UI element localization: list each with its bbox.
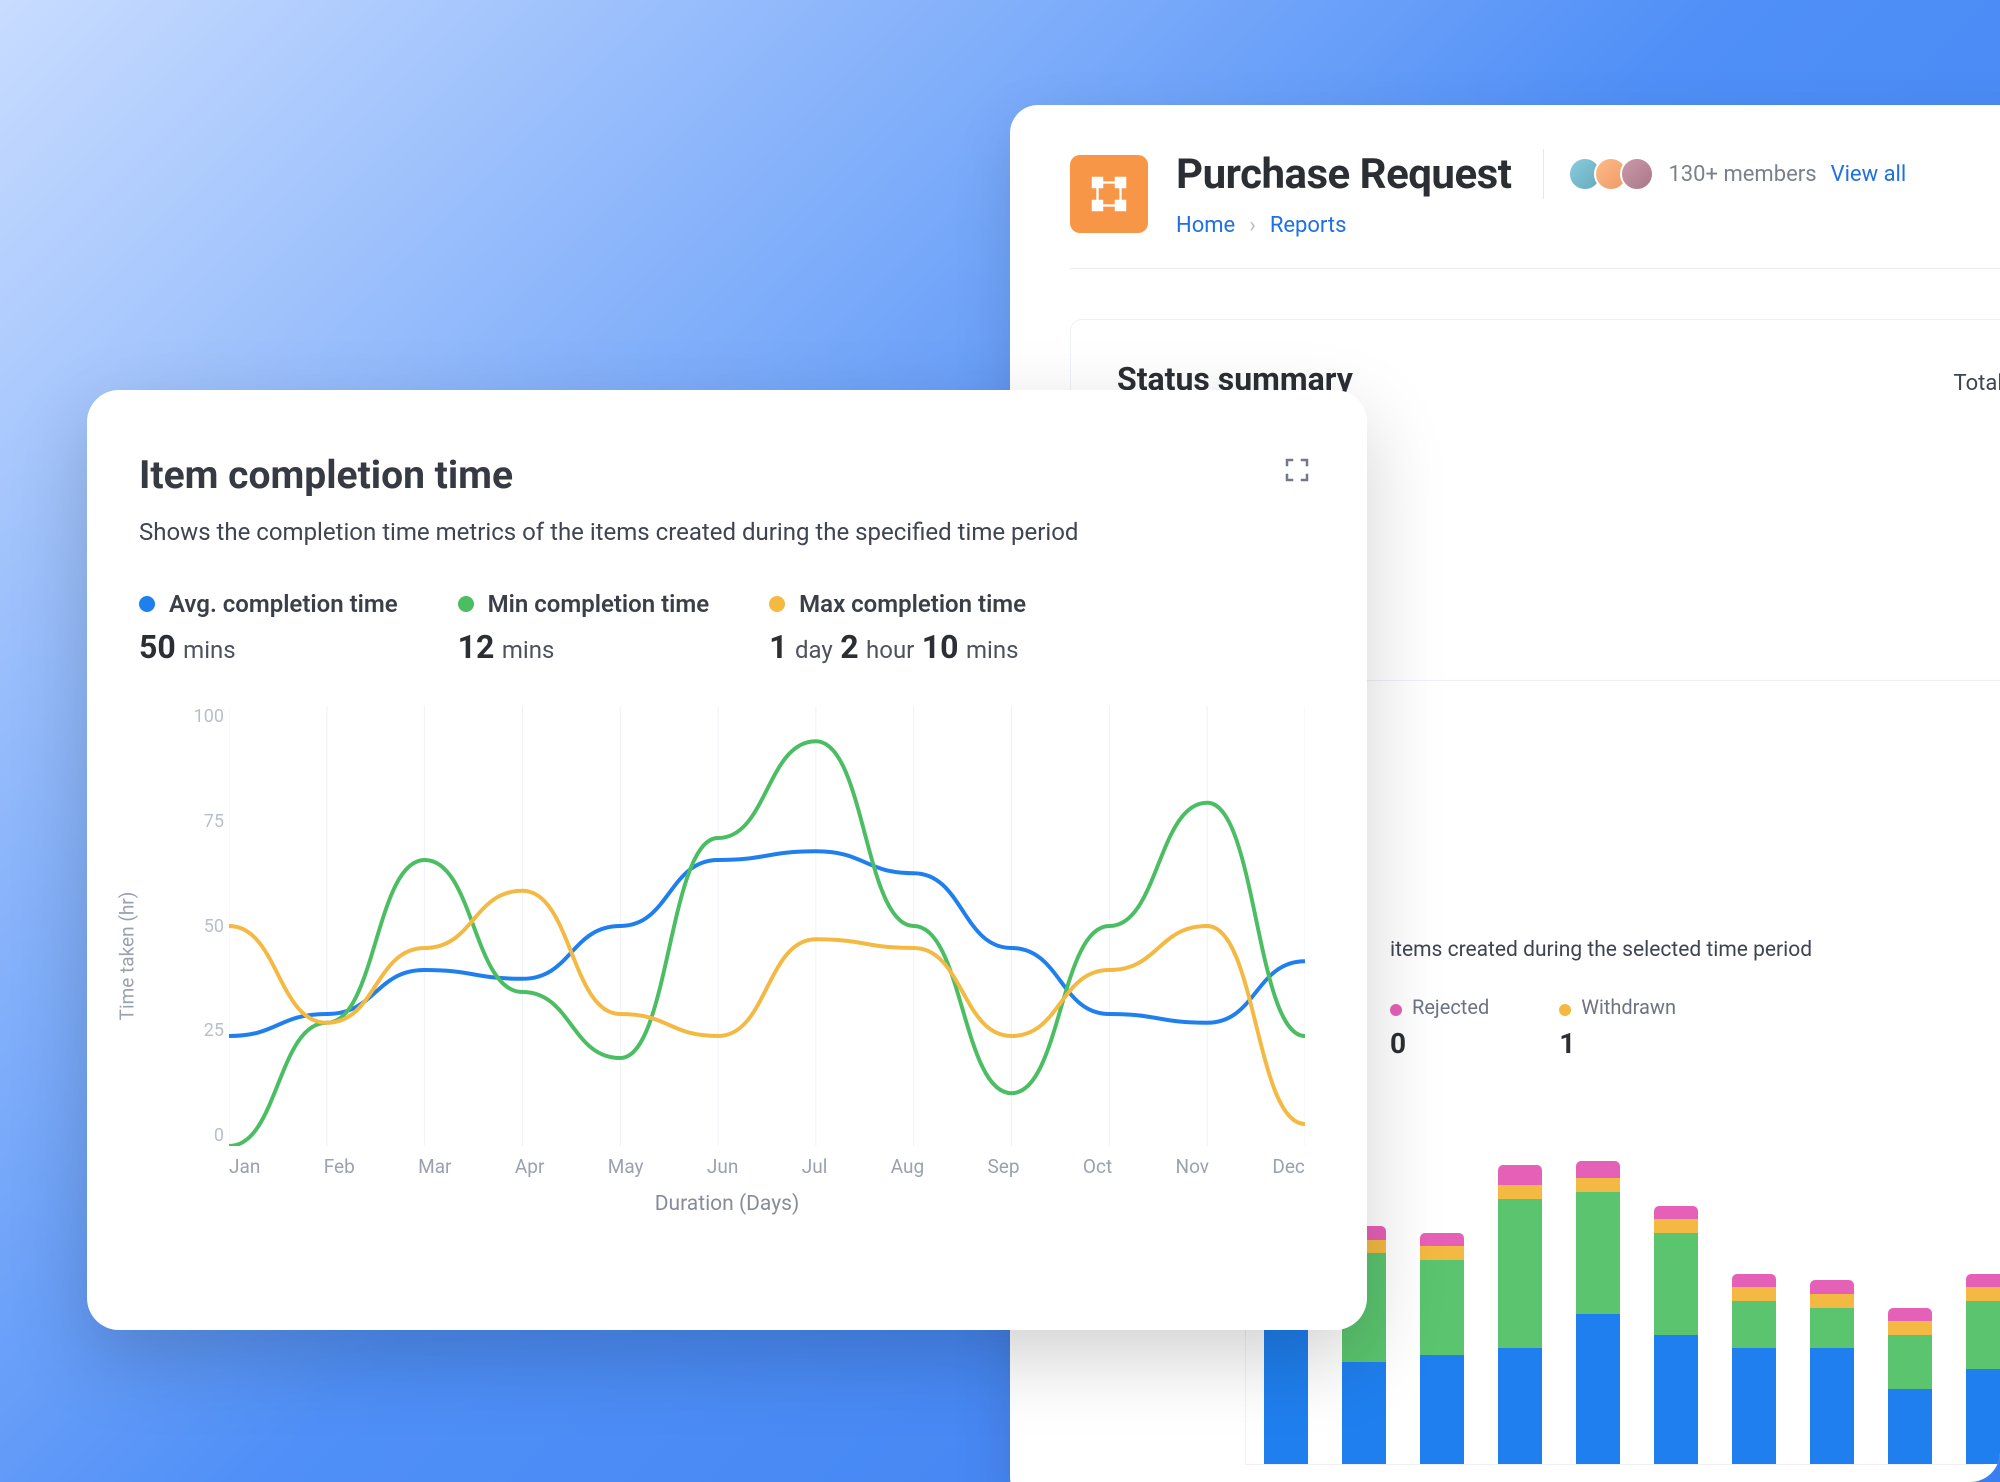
dot-icon bbox=[1390, 1004, 1402, 1016]
dot-icon bbox=[458, 596, 474, 612]
legend-value: 0 bbox=[1390, 1027, 1489, 1060]
x-axis-label: Duration (Days) bbox=[655, 1192, 800, 1216]
chart-legend: Avg. completion time 50 mins Min complet… bbox=[139, 590, 1315, 666]
expand-button[interactable] bbox=[1279, 452, 1315, 488]
divider bbox=[1543, 149, 1544, 199]
app-icon bbox=[1070, 155, 1148, 233]
y-axis-label: Time taken (hr) bbox=[116, 892, 139, 1021]
mini-legend: Rejected 0 Withdrawn 1 bbox=[1390, 995, 1676, 1060]
legend-value: 1 bbox=[1559, 1027, 1676, 1060]
page-title: Purchase Request bbox=[1176, 150, 1511, 199]
dot-icon bbox=[769, 596, 785, 612]
total-items-label: Total items bbox=[1954, 371, 2000, 396]
lower-description: items created during the selected time p… bbox=[1390, 938, 1812, 962]
y-ticks: 1007550250 bbox=[189, 706, 224, 1146]
legend-label: Min completion time bbox=[488, 590, 710, 618]
breadcrumb-reports[interactable]: Reports bbox=[1270, 213, 1347, 238]
dot-icon bbox=[139, 596, 155, 612]
card-title: Item completion time bbox=[139, 452, 513, 498]
member-avatars[interactable] bbox=[1568, 157, 1654, 191]
legend-withdrawn: Withdrawn 1 bbox=[1559, 995, 1676, 1060]
view-all-link[interactable]: View all bbox=[1831, 162, 1907, 187]
legend-max: Max completion time 1 day 2 hour 10 mins bbox=[769, 590, 1026, 666]
legend-value: 12 mins bbox=[458, 628, 710, 666]
legend-label: Max completion time bbox=[799, 590, 1026, 618]
divider bbox=[1070, 268, 2000, 269]
completion-time-card: Item completion time Shows the completio… bbox=[87, 390, 1367, 1330]
legend-rejected: Rejected 0 bbox=[1390, 995, 1489, 1060]
avatar bbox=[1620, 157, 1654, 191]
x-ticks: JanFebMarAprMayJunJulAugSepOctNovDec bbox=[229, 1155, 1305, 1178]
breadcrumb-home[interactable]: Home bbox=[1176, 213, 1235, 238]
legend-value: 50 mins bbox=[139, 628, 398, 666]
legend-avg: Avg. completion time 50 mins bbox=[139, 590, 398, 666]
legend-label: Avg. completion time bbox=[169, 590, 398, 618]
line-chart: Time taken (hr) 1007550250 JanFebMarAprM… bbox=[139, 696, 1315, 1216]
dot-icon bbox=[1559, 1004, 1571, 1016]
legend-label: Withdrawn bbox=[1581, 995, 1676, 1019]
plot-area bbox=[229, 706, 1305, 1146]
card-subtitle: Shows the completion time metrics of the… bbox=[139, 518, 1315, 546]
legend-min: Min completion time 12 mins bbox=[458, 590, 710, 666]
members-count: 130+ members bbox=[1668, 162, 1816, 187]
breadcrumb: Home › Reports bbox=[1176, 213, 2000, 238]
chevron-right-icon: › bbox=[1249, 213, 1256, 238]
legend-value: 1 day 2 hour 10 mins bbox=[769, 628, 1026, 666]
legend-label: Rejected bbox=[1412, 995, 1489, 1019]
